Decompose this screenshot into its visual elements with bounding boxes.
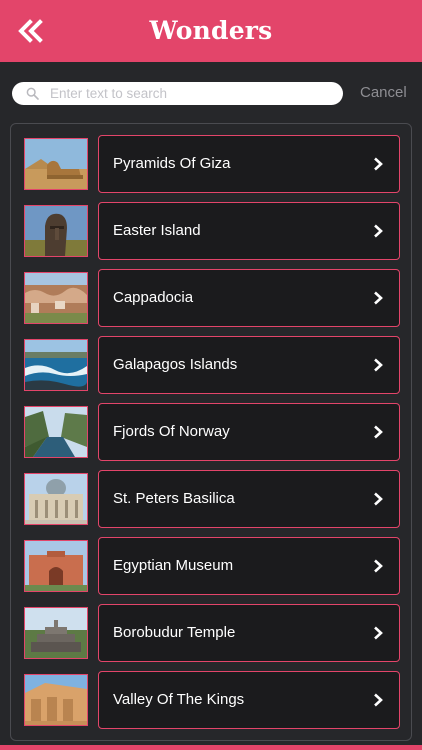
list-item[interactable]: Galapagos Islands	[11, 336, 411, 394]
item-button[interactable]: Borobudur Temple	[98, 604, 400, 662]
basilica-facade-thumbnail	[24, 473, 88, 525]
item-label: Valley Of The Kings	[113, 691, 245, 708]
rock-carvings-thumbnail	[24, 674, 88, 726]
bottom-accent-bar	[0, 745, 422, 750]
search-input[interactable]	[50, 82, 335, 105]
fjord-mountains-thumbnail	[24, 406, 88, 458]
moai-statue-thumbnail	[24, 205, 88, 257]
stone-temple-thumbnail	[24, 607, 88, 659]
list-item[interactable]: Pyramids Of Giza	[11, 135, 411, 193]
list-item[interactable]: Cappadocia	[11, 269, 411, 327]
list-item[interactable]: St. Peters Basilica	[11, 470, 411, 528]
wonders-list: Pyramids Of Giza Easter Island Cappadoci…	[10, 123, 412, 741]
chevron-right-icon	[374, 157, 383, 171]
item-label: Pyramids Of Giza	[113, 155, 231, 172]
item-button[interactable]: Fjords Of Norway	[98, 403, 400, 461]
search-bar: Cancel	[0, 62, 422, 122]
chevron-right-icon	[374, 224, 383, 238]
item-label: Easter Island	[113, 222, 201, 239]
item-button[interactable]: Egyptian Museum	[98, 537, 400, 595]
chevron-right-icon	[374, 358, 383, 372]
item-label: Galapagos Islands	[113, 356, 238, 373]
chevron-right-icon	[374, 693, 383, 707]
list-item[interactable]: Valley Of The Kings	[11, 671, 411, 729]
list-item[interactable]: Borobudur Temple	[11, 604, 411, 662]
list-item[interactable]: Egyptian Museum	[11, 537, 411, 595]
list-item[interactable]: Easter Island	[11, 202, 411, 260]
cancel-button[interactable]: Cancel	[360, 84, 407, 101]
item-label: Egyptian Museum	[113, 557, 234, 574]
item-button[interactable]: Cappadocia	[98, 269, 400, 327]
rock-valley-town-thumbnail	[24, 272, 88, 324]
item-label: Fjords Of Norway	[113, 423, 230, 440]
item-button[interactable]: Valley Of The Kings	[98, 671, 400, 729]
page-title: Wonders	[149, 16, 273, 45]
app-header: Wonders	[0, 0, 422, 62]
chevron-right-icon	[374, 626, 383, 640]
chevron-right-icon	[374, 492, 383, 506]
search-field[interactable]	[12, 82, 343, 105]
item-button[interactable]: Pyramids Of Giza	[98, 135, 400, 193]
item-label: Cappadocia	[113, 289, 194, 306]
coast-waves-thumbnail	[24, 339, 88, 391]
item-label: St. Peters Basilica	[113, 490, 235, 507]
item-button[interactable]: Galapagos Islands	[98, 336, 400, 394]
chevron-right-icon	[374, 425, 383, 439]
list-item[interactable]: Fjords Of Norway	[11, 403, 411, 461]
search-icon	[26, 87, 39, 100]
item-label: Borobudur Temple	[113, 624, 236, 641]
item-button[interactable]: St. Peters Basilica	[98, 470, 400, 528]
item-button[interactable]: Easter Island	[98, 202, 400, 260]
museum-building-thumbnail	[24, 540, 88, 592]
chevron-right-icon	[374, 559, 383, 573]
chevron-right-icon	[374, 291, 383, 305]
sphinx-desert-thumbnail	[24, 138, 88, 190]
